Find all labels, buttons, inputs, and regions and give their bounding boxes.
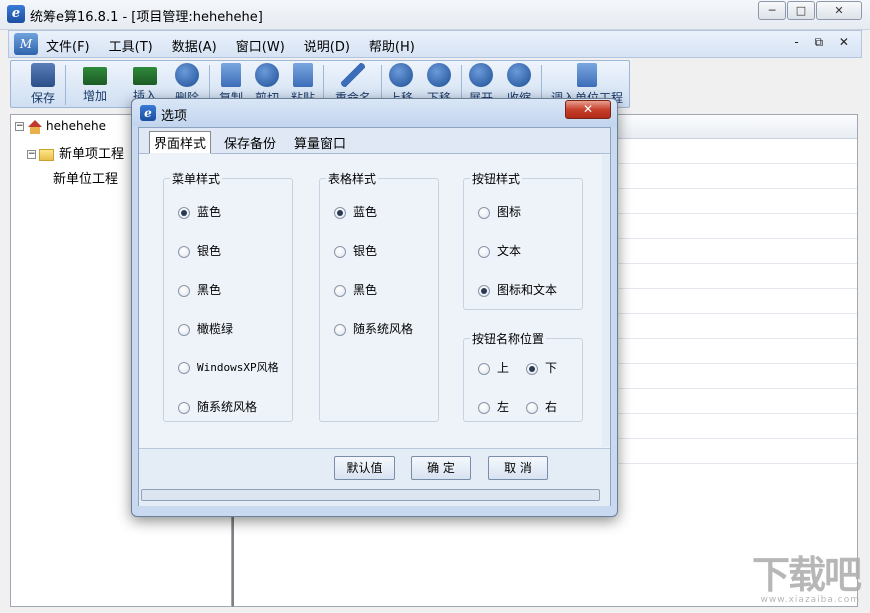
radio-table-silver[interactable]: 银色 (334, 242, 377, 259)
title-bar: e 统筹e算16.8.1 - [项目管理:hehehehe] ─ □ ✕ (0, 0, 870, 30)
radio-table-black[interactable]: 黑色 (334, 281, 377, 298)
button-style-group: 按钮样式 图标 文本 图标和文本 (463, 178, 583, 310)
radio-icon[interactable] (178, 362, 190, 374)
radio-icon[interactable] (334, 285, 346, 297)
radio-icon[interactable] (478, 363, 490, 375)
cancel-button[interactable]: 取 消 (488, 456, 548, 480)
arrow-down-icon (427, 63, 451, 87)
tree-node-root[interactable]: −hehehehe (15, 119, 106, 134)
menu-tools[interactable]: 工具(T) (109, 36, 153, 55)
insert-rows-icon (133, 67, 157, 85)
arrow-up-icon (389, 63, 413, 87)
radio-selected-icon[interactable] (478, 285, 490, 297)
radio-icon[interactable] (178, 285, 190, 297)
progress-bar (141, 489, 600, 501)
radio-icon[interactable] (478, 402, 490, 414)
menu-instructions[interactable]: 说明(D) (304, 36, 350, 55)
tree-node-unit-project[interactable]: 新单位工程 (53, 168, 118, 187)
minimize-button[interactable]: ─ (758, 1, 786, 20)
close-button[interactable]: ✕ (816, 1, 862, 20)
collapse-icon (507, 63, 531, 87)
radio-icon[interactable] (526, 402, 538, 414)
add-rows-icon (83, 67, 107, 85)
radio-selected-icon[interactable] (178, 207, 190, 219)
radio-icon[interactable] (478, 246, 490, 258)
collapse-icon[interactable]: − (27, 150, 36, 159)
radio-menu-windowsxp[interactable]: WindowsXP风格 (178, 359, 279, 375)
copy-icon (221, 63, 241, 87)
radio-selected-icon[interactable] (334, 207, 346, 219)
radio-button-text[interactable]: 文本 (478, 242, 521, 259)
table-style-label: 表格样式 (326, 170, 378, 187)
tab-strip: 界面样式 保存备份 算量窗口 (139, 128, 610, 154)
menu-help[interactable]: 帮助(H) (369, 36, 415, 55)
paste-icon (293, 63, 313, 87)
menu-window[interactable]: 窗口(W) (236, 36, 285, 55)
mdi-controls[interactable]: - ⧉ ✕ (794, 35, 855, 50)
save-icon (31, 63, 55, 87)
button-style-label: 按钮样式 (470, 170, 522, 187)
dialog-title-bar: e 选项 ✕ (132, 99, 617, 127)
dialog-body: 界面样式 保存备份 算量窗口 菜单样式 蓝色 银色 黑色 橄榄绿 Windows… (138, 127, 611, 506)
radio-pos-bottom[interactable]: 下 (526, 359, 557, 376)
dialog-app-icon: e (140, 105, 156, 121)
tree-node-single-project[interactable]: −新单项工程 (27, 143, 124, 162)
radio-icon[interactable] (178, 324, 190, 336)
add-button[interactable]: 增加 (69, 63, 121, 107)
radio-menu-silver[interactable]: 银色 (178, 242, 221, 259)
radio-button-icon[interactable]: 图标 (478, 203, 521, 220)
delete-icon (175, 63, 199, 87)
menu-style-group: 菜单样式 蓝色 银色 黑色 橄榄绿 WindowsXP风格 随系统风格 (163, 178, 293, 422)
radio-table-blue[interactable]: 蓝色 (334, 203, 377, 220)
radio-icon[interactable] (478, 207, 490, 219)
tab-interface-style[interactable]: 界面样式 (149, 131, 211, 154)
radio-table-system[interactable]: 随系统风格 (334, 320, 413, 337)
radio-menu-system[interactable]: 随系统风格 (178, 398, 257, 415)
tab-save-backup[interactable]: 保存备份 (224, 133, 276, 152)
ok-button[interactable]: 确 定 (411, 456, 471, 480)
radio-menu-olive[interactable]: 橄榄绿 (178, 320, 233, 337)
button-name-position-group: 按钮名称位置 上 下 左 右 (463, 338, 583, 422)
radio-button-icon-text[interactable]: 图标和文本 (478, 281, 557, 298)
folder-icon (39, 149, 54, 161)
radio-pos-right[interactable]: 右 (526, 398, 557, 415)
table-style-group: 表格样式 蓝色 银色 黑色 随系统风格 (319, 178, 439, 422)
window-controls: ─ □ ✕ (757, 1, 862, 20)
tab-quantity-window[interactable]: 算量窗口 (294, 133, 346, 152)
radio-menu-black[interactable]: 黑色 (178, 281, 221, 298)
radio-menu-blue[interactable]: 蓝色 (178, 203, 221, 220)
app-icon: e (7, 5, 25, 23)
radio-icon[interactable] (178, 246, 190, 258)
radio-icon[interactable] (334, 246, 346, 258)
dialog-footer: 默认值 确 定 取 消 (139, 448, 610, 506)
pen-icon (341, 63, 365, 87)
menu-data[interactable]: 数据(A) (172, 36, 217, 55)
import-icon (577, 63, 597, 87)
default-button[interactable]: 默认值 (334, 456, 395, 480)
dialog-scrollbar[interactable] (602, 155, 610, 447)
expand-icon (469, 63, 493, 87)
radio-pos-left[interactable]: 左 (478, 398, 509, 415)
watermark-logo: 下载吧 www.xiazaiba.com (730, 555, 860, 605)
save-button[interactable]: 保存 (17, 63, 69, 107)
toolbar-separator (65, 65, 66, 105)
radio-pos-top[interactable]: 上 (478, 359, 509, 376)
radio-icon[interactable] (178, 402, 190, 414)
dialog-close-button[interactable]: ✕ (565, 100, 611, 119)
scissors-icon (255, 63, 279, 87)
menu-bar: M 文件(F) 工具(T) 数据(A) 窗口(W) 说明(D) 帮助(H) - … (8, 30, 862, 58)
collapse-icon[interactable]: − (15, 122, 24, 131)
menu-file[interactable]: 文件(F) (46, 36, 90, 55)
window-title: 统筹e算16.8.1 - [项目管理:hehehehe] (30, 6, 263, 25)
radio-icon[interactable] (334, 324, 346, 336)
dialog-title: 选项 (161, 105, 187, 124)
menu-style-label: 菜单样式 (170, 170, 222, 187)
options-dialog: e 选项 ✕ 界面样式 保存备份 算量窗口 菜单样式 蓝色 银色 黑色 橄榄绿 … (131, 98, 618, 517)
radio-selected-icon[interactable] (526, 363, 538, 375)
button-name-position-label: 按钮名称位置 (470, 330, 546, 347)
menu-logo-icon[interactable]: M (14, 33, 38, 55)
house-icon (27, 120, 43, 134)
maximize-button[interactable]: □ (787, 1, 815, 20)
